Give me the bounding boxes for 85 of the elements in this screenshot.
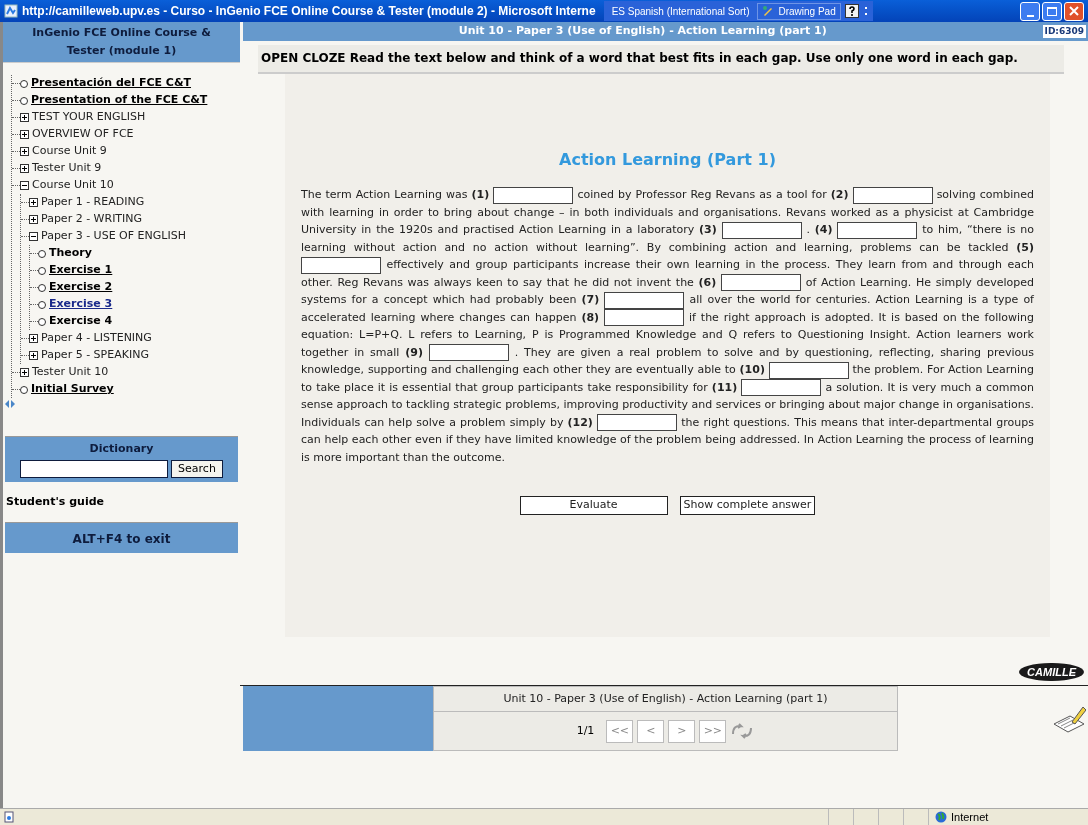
close-icon bbox=[1069, 6, 1079, 16]
answer-field[interactable] bbox=[301, 256, 381, 274]
tree-link[interactable]: Exercise 3 bbox=[49, 296, 113, 313]
answer-field[interactable] bbox=[768, 361, 849, 379]
dictionary-field[interactable] bbox=[20, 459, 169, 478]
globe-icon bbox=[935, 811, 947, 823]
scroll-arrows-icon[interactable] bbox=[5, 400, 15, 408]
minimize-button[interactable] bbox=[1020, 1, 1040, 21]
page-icon bbox=[3, 811, 15, 823]
sidebar-title: InGenio FCE Online Course & Tester (module 1) bbox=[31, 25, 212, 59]
exercise-id: ID:6309 bbox=[1042, 24, 1086, 39]
expand-icon[interactable] bbox=[29, 215, 38, 224]
search-button[interactable]: Search bbox=[171, 459, 223, 478]
tree-item[interactable]: Tester Unit 9 bbox=[32, 160, 102, 177]
tree-item[interactable]: Paper 2 - WRITING bbox=[41, 211, 143, 228]
tree-link[interactable]: Initial Survey bbox=[31, 381, 114, 398]
bullet-icon bbox=[38, 249, 46, 258]
drawing-pad-button[interactable]: Drawing Pad bbox=[757, 2, 841, 20]
tree-item[interactable]: TEST YOUR ENGLISH bbox=[32, 109, 146, 126]
nav-button[interactable]: > bbox=[668, 719, 696, 743]
tree-link[interactable]: Presentación del FCE C&T bbox=[31, 75, 191, 92]
nav-button[interactable]: >> bbox=[699, 719, 727, 743]
nav-button[interactable]: < bbox=[637, 719, 665, 743]
page-counter: 1/1 bbox=[576, 722, 595, 739]
dictionary-title: Dictionary bbox=[89, 441, 154, 457]
guide-link[interactable]: Student's guide bbox=[6, 493, 240, 510]
logo: CAMILLE bbox=[1019, 662, 1084, 682]
tree-item[interactable]: Paper 3 - USE OF ENGLISH bbox=[41, 228, 186, 245]
tree-link[interactable]: Exercise 1 bbox=[49, 262, 113, 279]
footer-title: Unit 10 - Paper 3 (Use of English) - Action Learning (part 1) bbox=[503, 690, 828, 707]
security-zone: Internet bbox=[951, 809, 989, 825]
answer-button[interactable]: Show complete answer bbox=[679, 496, 816, 515]
expand-icon[interactable] bbox=[20, 130, 29, 139]
instructions: OPEN CLOZE Read the text below and think of a word that best fits in each gap. Use only one word in each gap. bbox=[261, 50, 1019, 67]
answer-field[interactable] bbox=[604, 291, 685, 309]
window-title: http://camilleweb.upv.es - Curso - InGenio FCE Online Course & Tester (module 2) - Microsoft Interne bbox=[22, 3, 596, 20]
answer-field[interactable] bbox=[493, 186, 574, 204]
expand-icon[interactable] bbox=[29, 351, 38, 360]
answer-field[interactable] bbox=[741, 379, 822, 396]
bullet-icon bbox=[38, 266, 46, 275]
close-button[interactable] bbox=[1064, 1, 1084, 21]
language-indicator[interactable]: ES Spanish (International Sort) bbox=[607, 3, 754, 19]
tree-item[interactable]: Tester Unit 10 bbox=[32, 364, 109, 381]
bullet-icon bbox=[20, 96, 28, 105]
answer-field[interactable] bbox=[852, 186, 933, 204]
bullet-icon bbox=[38, 317, 46, 326]
answer-field[interactable] bbox=[597, 414, 678, 431]
expand-icon[interactable] bbox=[29, 334, 38, 343]
exit-hint: ALT+F4 to exit bbox=[72, 532, 171, 546]
options-icon[interactable] bbox=[862, 4, 869, 18]
expand-icon[interactable] bbox=[29, 198, 38, 207]
collapse-icon[interactable] bbox=[29, 232, 38, 241]
answer-field[interactable] bbox=[721, 221, 802, 239]
bullet-icon bbox=[20, 79, 28, 88]
tree-item[interactable]: Paper 4 - LISTENING bbox=[41, 330, 152, 347]
tree-item[interactable]: Paper 5 - SPEAKING bbox=[41, 347, 149, 364]
tree-link[interactable]: Exercise 2 bbox=[49, 279, 113, 296]
bullet-icon bbox=[20, 385, 28, 394]
answer-field[interactable] bbox=[604, 309, 685, 326]
tree-item[interactable]: Course Unit 9 bbox=[32, 143, 107, 160]
help-icon[interactable] bbox=[844, 4, 859, 18]
tree-link[interactable]: Presentation of the FCE C&T bbox=[31, 92, 208, 109]
collapse-icon[interactable] bbox=[20, 181, 29, 190]
pen-icon bbox=[762, 5, 775, 17]
evaluate-button[interactable]: Evaluate bbox=[519, 496, 668, 515]
tree-item[interactable]: Paper 1 - READING bbox=[41, 194, 145, 211]
tree-item[interactable]: Theory bbox=[49, 245, 92, 262]
bullet-icon bbox=[38, 283, 46, 292]
passage-text: The term Action Learning was (1) coined by Professor Reg Revans as a tool for (2) solving combined with learning in order to bring about change – in both individuals and organisations. Revans worked as a physicist at Cambridge University in the 1920s and practised Action Learning in a laboratory (3) . (4) to him, “there is no learning without action and no action without learning”. By combining action and learning, problems can be tackled (5) effectively and group participants increase their own learning in the process. They learn from and through each other. Reg Revans was always keen to say that he did not invent the (6) of Action Learning. He simply developed systems for a concept which had probably been (7) all over the world for centuries. Action Learning is a type of accelerated learning where changes can happen (8) if the right approach is adopted. It is based on the following equation: L=P+Q. L refers to Learning, P is Programmed Knowledge and Q refers to Questioning Insight. Action learners work together in small (9) . They are given a real problem to solve and by questioning, reflecting, sharing previous knowledge, supporting and challenging each other they are eventually able to (10) the problem. For Action Learning to take place it is essential that group participants take responsibility for (11) a solution. It is very much a common sense approach to tackling strategic problems, improving productivity and services or bringing about major change in organisations. Individuals can help solve a problem simply by (12) the right questions. This means that inter-departmental groups can help each other even if they have limited knowledge of the problem being addressed. In Action Learning the process of learning is more important than the outcome. bbox=[301, 186, 1034, 466]
tree-item[interactable]: Course Unit 10 bbox=[32, 177, 114, 194]
answer-field[interactable] bbox=[837, 221, 918, 239]
maximize-button[interactable] bbox=[1042, 1, 1062, 21]
expand-icon[interactable] bbox=[20, 113, 29, 122]
tree-item[interactable]: Exercise 4 bbox=[49, 313, 113, 330]
unit-title: Unit 10 - Paper 3 (Use of English) - Action Learning (part 1) bbox=[457, 23, 828, 40]
browser-icon bbox=[4, 4, 18, 18]
answer-field[interactable] bbox=[720, 274, 801, 291]
answer-field[interactable] bbox=[428, 344, 509, 361]
exercise-title: Action Learning (Part 1) bbox=[558, 149, 777, 171]
nav-button[interactable]: << bbox=[606, 719, 634, 743]
expand-icon[interactable] bbox=[20, 368, 29, 377]
expand-icon[interactable] bbox=[20, 147, 29, 156]
expand-icon[interactable] bbox=[20, 164, 29, 173]
bullet-icon bbox=[38, 300, 46, 309]
tree-item[interactable]: OVERVIEW OF FCE bbox=[32, 126, 134, 143]
